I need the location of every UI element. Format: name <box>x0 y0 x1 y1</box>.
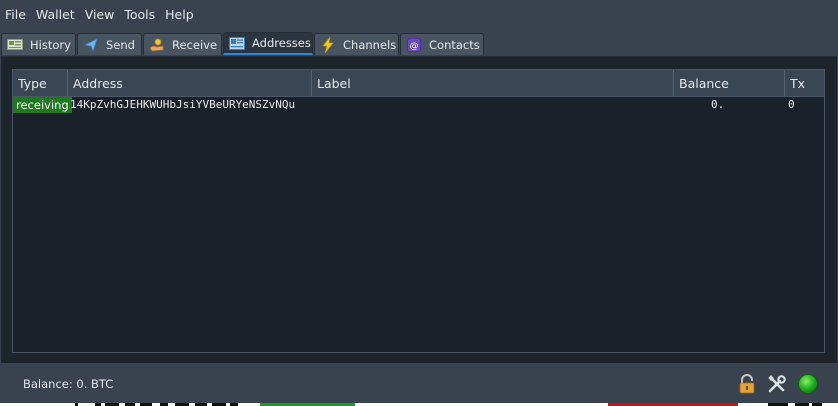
tab-channels[interactable]: Channels <box>314 33 399 55</box>
menu-file[interactable]: File <box>0 3 31 27</box>
menu-bar: File Wallet View Tools Help <box>0 3 838 27</box>
tab-receive[interactable]: Receive <box>143 33 222 55</box>
tab-receive-label: Receive <box>172 37 218 52</box>
table-header: Type Address Label Balance Tx <box>13 70 824 97</box>
tab-send-label: Send <box>106 37 135 52</box>
column-header-address[interactable]: Address <box>68 70 312 96</box>
addresses-panel: Type Address Label Balance Tx receiving … <box>1 56 837 363</box>
tab-send[interactable]: Send <box>77 33 142 55</box>
menu-tools[interactable]: Tools <box>119 3 160 27</box>
menu-help[interactable]: Help <box>160 3 199 27</box>
lightning-icon <box>320 36 336 53</box>
menu-wallet[interactable]: Wallet <box>31 3 80 27</box>
receive-icon <box>149 38 165 52</box>
send-icon <box>83 37 99 52</box>
tab-contacts-label: Contacts <box>429 37 480 52</box>
contacts-icon: @ <box>406 37 422 52</box>
tx-count-cell: 0 <box>788 98 795 111</box>
lock-icon[interactable] <box>736 373 758 395</box>
column-header-label[interactable]: Label <box>312 70 674 96</box>
addresses-table: Type Address Label Balance Tx receiving … <box>12 69 825 353</box>
column-header-tx[interactable]: Tx <box>785 70 824 96</box>
tab-history-label: History <box>30 37 71 52</box>
svg-text:@: @ <box>410 41 419 51</box>
column-header-balance[interactable]: Balance <box>674 70 785 96</box>
balance-status: Balance: 0. BTC <box>23 377 114 391</box>
settings-tools-icon[interactable] <box>766 373 788 395</box>
network-status-icon[interactable] <box>797 373 819 395</box>
tab-addresses-label: Addresses <box>252 36 311 50</box>
address-cell: 14KpZvhGJEHKWUHbJsiYVBeURYeNSZvNQu <box>70 98 296 111</box>
tab-channels-label: Channels <box>343 37 397 52</box>
addresses-icon <box>229 36 245 50</box>
tab-addresses[interactable]: Addresses <box>223 32 313 55</box>
column-header-type[interactable]: Type <box>13 70 68 96</box>
history-icon <box>7 38 23 52</box>
status-bar: Balance: 0. BTC <box>0 363 838 403</box>
table-row[interactable]: receiving 14KpZvhGJEHKWUHbJsiYVBeURYeNSZ… <box>13 97 824 113</box>
tab-bar: History Send Receive Addresses Channels … <box>0 32 838 56</box>
tab-history[interactable]: History <box>1 33 76 55</box>
balance-cell: 0. <box>711 98 725 111</box>
tab-contacts[interactable]: @ Contacts <box>400 33 484 55</box>
address-type-badge: receiving <box>13 97 72 113</box>
wallet-window: File Wallet View Tools Help History Send… <box>0 0 838 403</box>
menu-view[interactable]: View <box>80 3 120 27</box>
